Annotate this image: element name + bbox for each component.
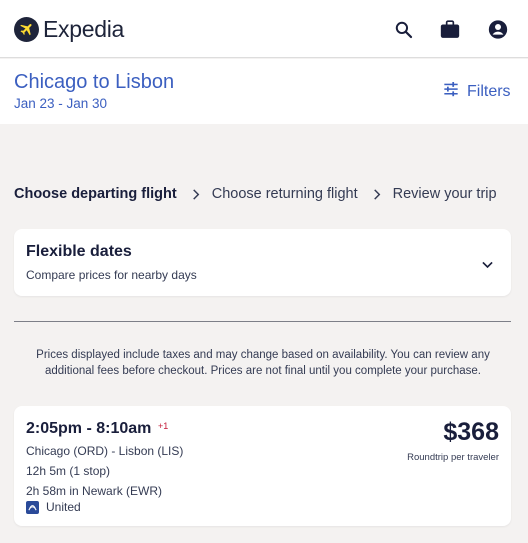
flight-times: 2:05pm - 8:10am [26, 420, 152, 437]
flight-airports: Chicago (ORD) - Lisbon (LIS) [26, 444, 184, 458]
united-logo-icon [26, 500, 39, 514]
flexible-dates-title: Flexible dates [26, 243, 132, 260]
briefcase-icon[interactable] [440, 19, 460, 39]
flight-layover: 2h 58m in Newark (EWR) [26, 484, 163, 498]
brand-name: Expedia [43, 16, 125, 42]
search-summary-header: Chicago to Lisbon Jan 23 - Jan 30 Filter… [0, 59, 528, 124]
filters-label: Filters [467, 82, 511, 100]
price-disclaimer: Prices displayed include taxes and may c… [36, 349, 490, 377]
search-icon[interactable] [393, 19, 413, 39]
step-choose-returning: Choose returning flight [211, 186, 358, 202]
chevron-right-icon [373, 188, 381, 200]
step-review-trip: Review your trip [392, 186, 497, 202]
day-offset-badge: +1 [158, 421, 169, 431]
flight-price: $368 [443, 418, 499, 446]
step-choose-departing: Choose departing flight [14, 186, 177, 202]
flight-duration: 12h 5m (1 stop) [26, 464, 111, 478]
airline-info: United [26, 500, 81, 514]
booking-steps-breadcrumb: Choose departing flight Choose returning… [14, 186, 497, 202]
flexible-dates-subtitle: Compare prices for nearby days [26, 268, 197, 282]
route-title[interactable]: Chicago to Lisbon [14, 71, 174, 94]
top-navigation-bar: Expedia [0, 0, 528, 58]
account-icon[interactable] [488, 19, 508, 39]
filters-icon [443, 81, 459, 102]
filters-button[interactable]: Filters [443, 81, 511, 102]
expedia-logo[interactable]: Expedia [14, 16, 124, 43]
plane-logo-icon [14, 17, 39, 42]
section-divider [14, 321, 511, 322]
flexible-dates-card[interactable]: Flexible dates Compare prices for nearby… [14, 229, 511, 296]
flight-result-card[interactable]: 2:05pm - 8:10am +1 Chicago (ORD) - Lisbo… [14, 406, 511, 526]
airline-name: United [46, 500, 81, 514]
chevron-right-icon [192, 188, 200, 200]
route-dates[interactable]: Jan 23 - Jan 30 [14, 96, 107, 111]
price-note: Roundtrip per traveler [407, 452, 499, 463]
chevron-down-icon[interactable] [482, 256, 493, 274]
